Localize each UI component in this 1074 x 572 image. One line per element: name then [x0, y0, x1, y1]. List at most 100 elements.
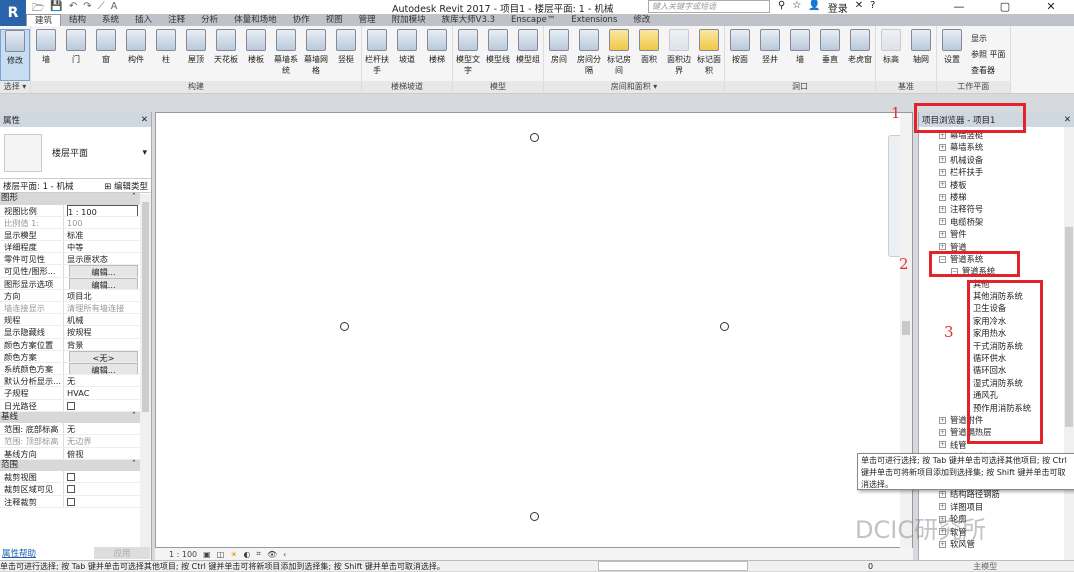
expand-icon[interactable]: +: [939, 193, 946, 201]
tab-12[interactable]: Enscape™: [503, 14, 563, 26]
value-text[interactable]: <无>: [69, 350, 138, 362]
tab-11[interactable]: 族库大师V3.3: [434, 14, 503, 26]
ribbon-tool-button[interactable]: 老虎窗: [845, 29, 875, 81]
ribbon-tool-button[interactable]: 栏杆扶手: [362, 29, 392, 81]
star-icon[interactable]: ☆: [792, 0, 801, 15]
ribbon-tool-button[interactable]: 幕墙系统: [271, 29, 301, 81]
ribbon-tool-button[interactable]: 设置: [937, 29, 967, 81]
expand-icon[interactable]: +: [939, 441, 946, 449]
ribbon-tool-button[interactable]: 屋顶: [181, 29, 211, 81]
expand-icon[interactable]: +: [939, 156, 946, 164]
elevation-marker[interactable]: [530, 512, 539, 521]
chevron-down-icon[interactable]: ▾: [142, 148, 147, 158]
visual-style-icon[interactable]: ◫: [217, 550, 225, 559]
expand-icon[interactable]: +: [939, 429, 946, 437]
value-text[interactable]: 编辑...: [69, 277, 138, 289]
ribbon-tool-button[interactable]: 天花板: [211, 29, 241, 81]
checkbox[interactable]: [67, 401, 75, 410]
property-value[interactable]: [64, 400, 140, 411]
property-value[interactable]: HVAC: [64, 387, 140, 398]
ribbon-tool-button[interactable]: 楼梯: [422, 29, 452, 81]
apply-button[interactable]: 应用: [94, 547, 150, 559]
property-value[interactable]: 背景: [64, 339, 140, 350]
shadows-icon[interactable]: ◐: [243, 550, 250, 559]
property-value[interactable]: <无>: [64, 350, 140, 362]
tab-9[interactable]: 管理: [351, 14, 384, 26]
property-group[interactable]: 基线 ˆ: [0, 411, 140, 424]
property-value[interactable]: 清理所有墙连接: [64, 302, 140, 313]
detail-level-icon[interactable]: ▣: [203, 550, 211, 559]
value-text[interactable]: 编辑...: [69, 362, 138, 375]
ribbon-tool-button[interactable]: 房间: [544, 29, 574, 81]
expand-icon[interactable]: +: [939, 206, 946, 214]
help-icon[interactable]: ?: [870, 0, 875, 15]
property-value[interactable]: [64, 483, 140, 494]
model-selector[interactable]: 主模型: [973, 561, 997, 571]
value-text[interactable]: 编辑...: [69, 265, 138, 277]
collapse-icon[interactable]: ˆ: [132, 460, 136, 472]
instance-selector[interactable]: 楼层平面: 1 - 机械: [3, 180, 73, 192]
panel-label[interactable]: 选择 ▾: [0, 81, 30, 93]
small-tool-button[interactable]: 参照 平面: [971, 49, 1006, 60]
tab-1[interactable]: 结构: [61, 14, 94, 26]
property-value[interactable]: 无: [64, 423, 140, 434]
expand-icon[interactable]: +: [939, 416, 946, 424]
tab-4[interactable]: 注释: [160, 14, 193, 26]
property-group[interactable]: 图形 ˆ: [0, 193, 140, 205]
tab-8[interactable]: 视图: [318, 14, 351, 26]
maximize-button[interactable]: ▢: [982, 0, 1028, 13]
checkbox[interactable]: [67, 473, 75, 482]
tree-item[interactable]: + 管件: [919, 228, 1074, 240]
type-selector[interactable]: 楼层平面 ▾: [0, 127, 151, 179]
ribbon-tool-button[interactable]: 垂直: [815, 29, 845, 81]
panel-label[interactable]: 工作平面: [937, 81, 1010, 93]
ribbon-tool-button[interactable]: 楼板: [241, 29, 271, 81]
property-value[interactable]: 编辑...: [64, 277, 140, 289]
tree-item[interactable]: + 注释符号: [919, 203, 1074, 215]
user-icon[interactable]: 👤: [808, 0, 820, 15]
property-value[interactable]: [64, 471, 140, 482]
login-link[interactable]: 登录: [828, 0, 848, 15]
close-icon[interactable]: ✕: [141, 115, 148, 125]
tab-3[interactable]: 插入: [127, 14, 160, 26]
ribbon-tool-button[interactable]: 门: [61, 29, 91, 81]
ribbon-tool-button[interactable]: 面积: [634, 29, 664, 81]
properties-help-link[interactable]: 属性帮助: [2, 547, 36, 559]
ribbon-tool-button[interactable]: 标记房间: [604, 29, 634, 81]
app-menu-button[interactable]: R: [0, 0, 26, 26]
collapse-icon[interactable]: ‹: [283, 550, 286, 559]
property-group[interactable]: 范围 ˆ: [0, 459, 140, 472]
ribbon-tool-button[interactable]: 面积边界: [664, 29, 694, 81]
binoculars-icon[interactable]: ⚲: [778, 0, 785, 15]
collapse-icon[interactable]: ˆ: [132, 412, 136, 424]
expand-icon[interactable]: +: [939, 218, 946, 226]
property-value[interactable]: 标准: [64, 229, 140, 240]
property-value[interactable]: 编辑...: [64, 265, 140, 277]
property-value[interactable]: 编辑...: [64, 362, 140, 375]
ribbon-tool-button[interactable]: 柱: [151, 29, 181, 81]
expand-icon[interactable]: +: [939, 230, 946, 238]
ribbon-tool-button[interactable]: 模型文字: [453, 29, 483, 81]
ribbon-tool-button[interactable]: 模型线: [483, 29, 513, 81]
expand-icon[interactable]: +: [939, 181, 946, 189]
expand-icon[interactable]: +: [939, 168, 946, 176]
ribbon-tool-button[interactable]: 标高: [876, 29, 906, 81]
view-scale[interactable]: 1 : 100: [169, 550, 197, 559]
property-value[interactable]: 显示原状态: [64, 253, 140, 264]
expand-icon[interactable]: +: [939, 243, 946, 251]
tab-14[interactable]: 修改: [625, 14, 658, 26]
checkbox[interactable]: [67, 485, 75, 494]
property-value[interactable]: 无: [64, 375, 140, 386]
ribbon-tool-button[interactable]: 按面: [725, 29, 755, 81]
tree-item[interactable]: + 电缆桥架: [919, 216, 1074, 228]
checkbox[interactable]: [67, 497, 75, 506]
tree-item[interactable]: + 楼板: [919, 179, 1074, 191]
tree-item[interactable]: + 机械设备: [919, 154, 1074, 166]
scrollbar[interactable]: [140, 194, 151, 559]
tab-2[interactable]: 系统: [94, 14, 127, 26]
ribbon-tool-button[interactable]: 模型组: [513, 29, 543, 81]
panel-label[interactable]: 基准: [876, 81, 936, 93]
ribbon-tool-button[interactable]: 房间分隔: [574, 29, 604, 81]
ribbon-tool-button[interactable]: 墙: [785, 29, 815, 81]
sun-path-icon[interactable]: ☀: [230, 550, 237, 559]
